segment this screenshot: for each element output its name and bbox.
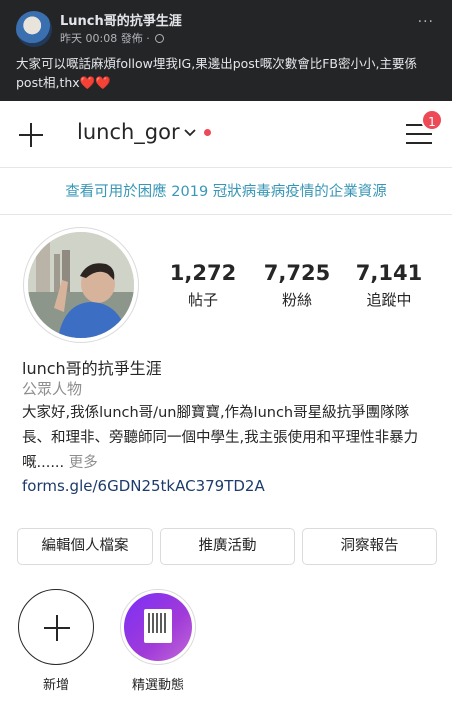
heart-emoji: ❤️❤️ (79, 75, 111, 90)
posts-count: 1,272 (169, 261, 237, 285)
chevron-down-icon[interactable] (183, 125, 197, 139)
ig-username[interactable]: lunch_gor (77, 120, 180, 144)
stat-following[interactable]: 7,141 追蹤中 (344, 261, 434, 310)
author-avatar[interactable] (16, 11, 52, 47)
bio-more-link[interactable]: 更多 (69, 455, 98, 471)
followers-count: 7,725 (263, 261, 331, 285)
avatar-photo (28, 232, 134, 338)
post-text: 大家可以嘅話麻煩follow埋我IG,果邊出post嘅次數會比FB密小小,主要係… (16, 54, 436, 92)
post-meta: 昨天 00:08 發佈 · (60, 30, 165, 46)
covid-resources-banner[interactable]: 查看可用於困應 2019 冠狀病毒病疫情的企業資源 (0, 167, 452, 215)
new-post-plus-icon[interactable] (19, 123, 43, 147)
post-time[interactable]: 昨天 00:08 (60, 32, 117, 45)
highlight-featured-label: 精選動態 (131, 678, 184, 693)
stat-posts[interactable]: 1,272 帖子 (158, 261, 248, 310)
notification-badge: 1 (421, 109, 443, 131)
profile-avatar (28, 232, 134, 338)
following-count: 7,141 (355, 261, 423, 285)
ig-top-bar: lunch_gor 1 (0, 101, 452, 167)
account-switch-dot (204, 129, 211, 136)
posted-label: 發佈 · (120, 32, 150, 45)
highlight-new[interactable]: 新增 (18, 589, 94, 693)
insights-button[interactable]: 洞察報告 (302, 528, 437, 565)
highlight-cover[interactable] (120, 589, 196, 665)
instagram-profile: lunch_gor 1 查看可用於困應 2019 冠狀病毒病疫情的企業資源 1,… (0, 101, 452, 707)
edit-profile-button[interactable]: 編輯個人檔案 (17, 528, 153, 565)
followers-label: 粉絲 (281, 291, 312, 309)
highlight-featured[interactable]: 精選動態 (120, 589, 196, 693)
qr-code-icon (144, 609, 172, 643)
globe-icon (155, 34, 165, 43)
facebook-post-header: Lunch哥的抗爭生涯 昨天 00:08 發佈 · ··· 大家可以嘅話麻煩fo… (0, 0, 452, 101)
promotions-button[interactable]: 推廣活動 (160, 528, 295, 565)
post-body: 大家可以嘅話麻煩follow埋我IG,果邊出post嘅次數會比FB密小小,主要係… (16, 56, 417, 90)
highlight-thumbnail (124, 593, 192, 661)
following-label: 追蹤中 (366, 291, 412, 309)
display-name: lunch哥的抗爭生涯 (22, 359, 162, 378)
bio-text: 大家好,我係lunch哥/un腳寶寶,作為lunch哥星級抗爭團隊隊長、和理非、… (22, 401, 437, 476)
profile-category: 公眾人物 (22, 380, 83, 398)
author-name[interactable]: Lunch哥的抗爭生涯 (60, 10, 182, 29)
bio-url-link[interactable]: forms.gle/6GDN25tkAC379TD2A (22, 477, 265, 495)
add-highlight-plus-icon[interactable] (18, 589, 94, 665)
highlight-new-label: 新增 (42, 678, 69, 693)
more-options-icon[interactable]: ··· (418, 14, 434, 30)
stat-followers[interactable]: 7,725 粉絲 (252, 261, 342, 310)
profile-avatar-ring[interactable] (23, 227, 139, 343)
posts-label: 帖子 (187, 291, 218, 309)
